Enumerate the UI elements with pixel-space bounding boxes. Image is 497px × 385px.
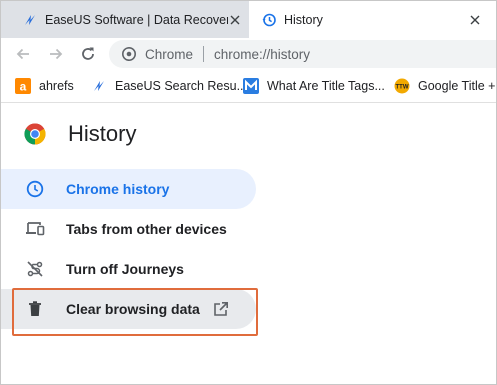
bookmark-google-title[interactable]: TTW Google Title + [394,76,495,96]
omnibox-separator [203,46,205,62]
devices-icon [25,219,45,239]
history-page: History Chrome history Tabs from other d… [1,103,496,384]
omnibox-url[interactable]: chrome://history [214,47,310,62]
tab-title: EaseUS Software | Data Recovery [45,12,228,27]
forward-arrow-icon[interactable] [45,43,67,65]
sidebar-item-label: Tabs from other devices [66,221,227,237]
bookmark-ahrefs[interactable]: a ahrefs [15,76,74,96]
bookmark-easeus-search[interactable]: EaseUS Search Resu... [91,76,247,96]
sidebar-item-label: Chrome history [66,181,170,197]
sidebar-item-turn-off-journeys[interactable]: Turn off Journeys [1,249,256,289]
svg-text:a: a [20,80,27,94]
tab-strip: EaseUS Software | Data Recovery History [1,1,496,38]
easeus-icon [22,12,38,28]
bookmarks-bar: a ahrefs EaseUS Search Resu... What Are … [1,70,496,103]
page-title: History [68,121,137,146]
chrome-secure-icon[interactable] [121,46,137,62]
reload-icon[interactable] [77,43,99,65]
history-icon [261,12,277,28]
svg-text:TTW: TTW [396,85,409,91]
sidebar-item-tabs-other-devices[interactable]: Tabs from other devices [1,209,256,249]
bookmark-label: What Are Title Tags... [267,79,385,93]
bookmark-label: Google Title + [418,79,496,93]
bookmark-label: ahrefs [39,79,74,93]
bookmark-title-tags[interactable]: What Are Title Tags... [243,76,385,96]
toolbar: Chrome chrome://history [1,38,496,70]
tab-history[interactable]: History [249,1,496,38]
close-icon[interactable] [467,12,483,28]
bookmark-label: EaseUS Search Resu... [115,79,248,93]
back-arrow-icon[interactable] [12,43,34,65]
ahrefs-icon: a [15,78,31,94]
clock-icon [25,179,45,199]
easeus-icon [91,78,107,94]
tab-title: History [284,12,323,27]
page-header: History [24,121,136,147]
close-icon[interactable] [227,12,243,28]
sidebar-item-chrome-history[interactable]: Chrome history [1,169,256,209]
journeys-off-icon [25,259,45,279]
ttw-icon: TTW [394,78,410,94]
sidebar-item-label: Turn off Journeys [66,261,184,277]
tab-easeus[interactable]: EaseUS Software | Data Recovery [1,1,249,38]
highlight-box [12,288,258,336]
chrome-logo-icon [24,123,46,145]
moz-icon [243,78,259,94]
omnibox-secure-label: Chrome [145,46,194,62]
browser-window: EaseUS Software | Data Recovery History [0,0,497,385]
omnibox[interactable]: Chrome chrome://history [109,40,496,68]
